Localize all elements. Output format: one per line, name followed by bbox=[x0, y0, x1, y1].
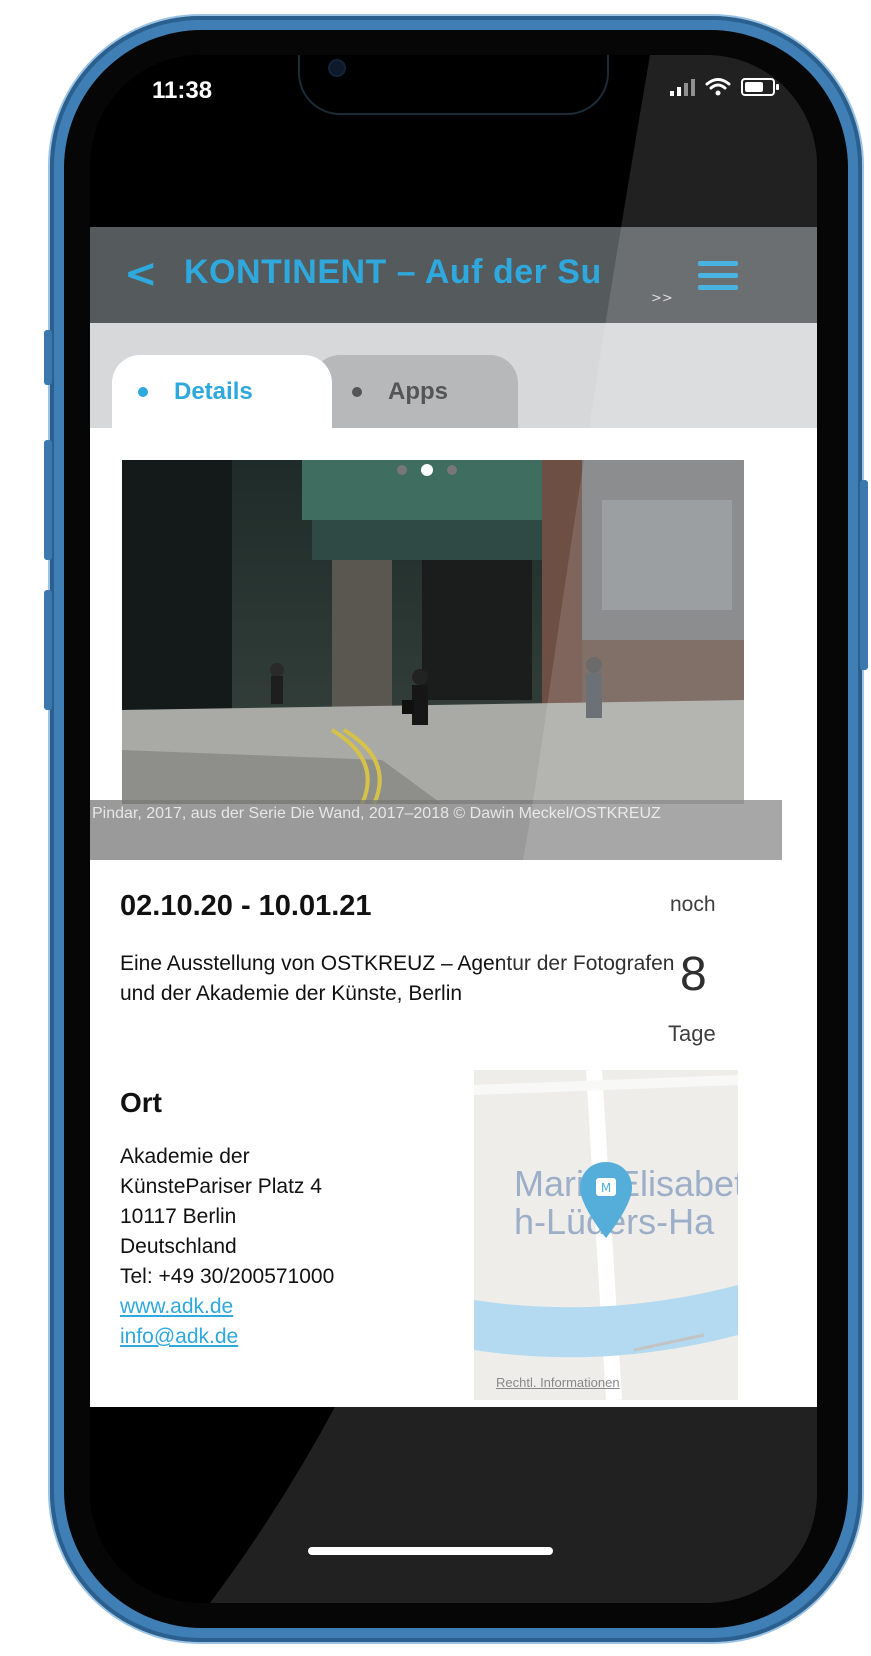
map-pin-icon[interactable]: M bbox=[576, 1160, 636, 1240]
tab-apps[interactable]: Apps bbox=[312, 355, 518, 428]
tab-dot-icon bbox=[352, 386, 362, 397]
exhibition-dates: 02.10.20 - 10.01.21 bbox=[120, 890, 372, 922]
signal-icon bbox=[670, 78, 695, 96]
title-more-indicator[interactable]: >> bbox=[651, 291, 673, 306]
home-indicator[interactable] bbox=[308, 1547, 553, 1555]
title-bar: < KONTINENT – Auf der Su >> bbox=[90, 227, 817, 323]
website-link[interactable]: www.adk.de bbox=[120, 1292, 334, 1322]
pin-label: M bbox=[601, 1181, 611, 1195]
wifi-icon bbox=[705, 78, 731, 96]
tab-strip: Apps Details bbox=[90, 323, 817, 428]
location-address: Akademie der KünstePariser Platz 4 10117… bbox=[120, 1142, 334, 1352]
app-content: < KONTINENT – Auf der Su >> Apps Details bbox=[90, 227, 817, 1407]
power-button bbox=[860, 480, 868, 670]
volume-up-button bbox=[44, 440, 52, 560]
tab-details-label: Details bbox=[174, 377, 253, 405]
tab-dot-icon bbox=[138, 386, 148, 397]
exhibition-description: Eine Ausstellung von OSTKREUZ – Agentur … bbox=[120, 952, 675, 1005]
back-button[interactable]: < bbox=[124, 251, 158, 297]
address-line: Deutschland bbox=[120, 1235, 237, 1258]
countdown-prefix: noch bbox=[670, 893, 716, 916]
map-legal-link[interactable]: Rechtl. Informationen bbox=[496, 1375, 620, 1390]
phone-number[interactable]: Tel: +49 30/200571000 bbox=[120, 1262, 334, 1292]
tab-details[interactable]: Details bbox=[112, 355, 332, 428]
status-icons bbox=[670, 77, 779, 97]
hamburger-menu-icon[interactable] bbox=[698, 261, 738, 293]
location-map[interactable]: Marie-Elisabeth-Lüders-Ha M Rechtl. Info… bbox=[474, 1070, 738, 1400]
countdown-unit: Tage bbox=[668, 1021, 716, 1046]
status-time: 11:38 bbox=[152, 77, 213, 104]
battery-icon bbox=[741, 78, 779, 96]
notch bbox=[300, 55, 607, 113]
street-photo-image bbox=[122, 460, 744, 804]
address-line: KünstePariser Platz 4 bbox=[120, 1175, 322, 1198]
address-line: 10117 Berlin bbox=[120, 1205, 237, 1228]
email-link[interactable]: info@adk.de bbox=[120, 1322, 334, 1352]
location-heading: Ort bbox=[120, 1087, 162, 1118]
front-camera bbox=[330, 61, 344, 75]
mute-switch bbox=[44, 330, 52, 385]
phone-screen: 11:38 < KONTINENT – Auf der Su >> Apps D… bbox=[90, 55, 817, 1603]
tab-apps-label: Apps bbox=[388, 377, 448, 405]
photo-caption: Pindar, 2017, aus der Serie Die Wand, 20… bbox=[90, 800, 782, 860]
countdown-days: 8 bbox=[680, 948, 707, 1001]
volume-down-button bbox=[44, 590, 52, 710]
exhibition-photo[interactable] bbox=[122, 460, 744, 804]
address-line: Akademie der bbox=[120, 1145, 250, 1168]
page-title: KONTINENT – Auf der Su bbox=[184, 253, 602, 291]
